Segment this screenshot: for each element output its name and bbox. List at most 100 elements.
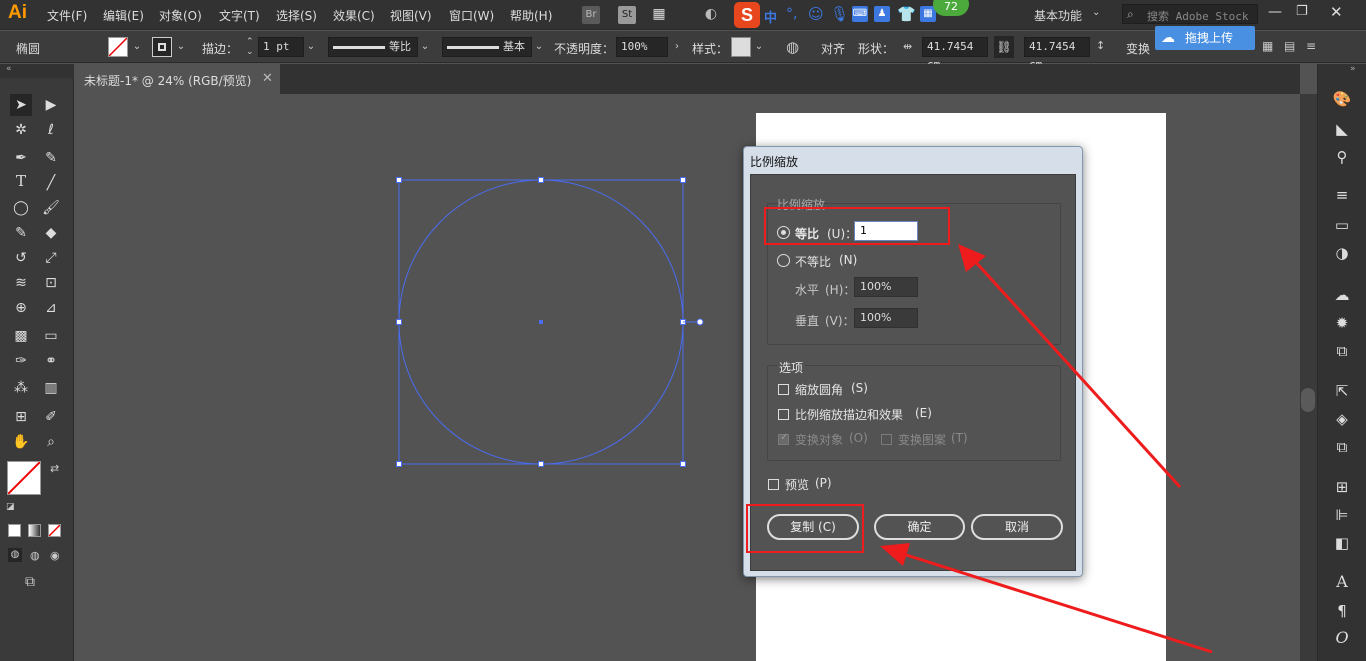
user-icon[interactable]: ♟ <box>874 6 890 22</box>
isolate-icon[interactable]: ▤ <box>1284 39 1295 53</box>
transform-panel-icon[interactable]: ⊞ <box>1331 476 1353 498</box>
chevron-down-icon[interactable]: ⌄ <box>1092 7 1100 18</box>
align-objects-icon[interactable]: ▦ <box>1262 39 1273 53</box>
cancel-button[interactable]: 取消 <box>971 514 1063 540</box>
layers-panel-icon[interactable]: ◈ <box>1331 408 1353 430</box>
collapse-panels-icon[interactable]: » <box>1350 64 1356 74</box>
scale-strokes-checkbox[interactable] <box>778 409 789 420</box>
stroke-panel-icon[interactable]: ≡ <box>1331 184 1353 206</box>
free-transform-tool-icon[interactable]: ⊡ <box>40 272 62 294</box>
slice-tool-icon[interactable]: ✐ <box>40 406 62 428</box>
minimize-icon[interactable]: — <box>1268 4 1282 20</box>
skin-icon[interactable]: 👕 <box>897 5 916 23</box>
symbol-sprayer-tool-icon[interactable]: ⁂ <box>10 377 32 399</box>
menu-type[interactable]: 文字(T) <box>219 7 260 24</box>
nonuniform-radio[interactable] <box>777 254 790 267</box>
horizontal-scale-input[interactable]: 100% <box>854 277 918 297</box>
vertical-scale-input[interactable]: 100% <box>854 308 918 328</box>
menu-help[interactable]: 帮助(H) <box>510 7 552 24</box>
keyboard-icon[interactable]: ⌨ <box>852 6 868 22</box>
width-tool-icon[interactable]: ≋ <box>10 272 32 294</box>
transform-label[interactable]: 变换 <box>1126 40 1150 57</box>
ime-mode-label[interactable]: 中 <box>764 7 777 26</box>
curvature-tool-icon[interactable]: ✎ <box>40 147 62 169</box>
vertical-scrollbar[interactable] <box>1300 94 1317 661</box>
draw-behind-icon[interactable]: ◍ <box>30 549 40 562</box>
perspective-grid-tool-icon[interactable]: ⊿ <box>40 297 62 319</box>
fill-swatch[interactable] <box>108 37 128 57</box>
pen-tool-icon[interactable]: ✒ <box>10 147 32 169</box>
opacity-arrow-icon[interactable]: › <box>670 37 684 57</box>
paintbrush-tool-icon[interactable]: 🖌 <box>40 197 62 219</box>
lasso-tool-icon[interactable]: ℓ <box>40 119 62 141</box>
stroke-swatch[interactable] <box>152 37 172 57</box>
tools-panel-header[interactable]: « <box>0 64 74 78</box>
pathfinder-panel-icon[interactable]: ◧ <box>1331 532 1353 554</box>
menu-file[interactable]: 文件(F) <box>47 7 87 24</box>
line-tool-icon[interactable]: ╱ <box>40 172 62 194</box>
bridge-icon[interactable]: Br <box>582 6 600 24</box>
zoom-tool-icon[interactable]: ⌕ <box>40 431 62 453</box>
hand-tool-icon[interactable]: ✋ <box>10 431 32 453</box>
fill-color-icon[interactable] <box>7 461 41 495</box>
sogou-ime-icon[interactable]: S <box>734 2 760 28</box>
menu-window[interactable]: 窗口(W) <box>449 7 494 24</box>
stroke-stepper-icon[interactable]: ⌃ ⌄ <box>246 37 254 57</box>
color-mode-icon[interactable] <box>8 524 21 537</box>
nonuniform-label[interactable]: 不等比 <box>795 253 831 270</box>
artboards-panel-icon[interactable]: ⧉ <box>1331 436 1353 458</box>
microphone-icon[interactable]: 🎙 <box>830 5 849 23</box>
stock-icon[interactable]: St <box>618 6 636 24</box>
shape-builder-tool-icon[interactable]: ⊕ <box>10 297 32 319</box>
preview-label[interactable]: 预览 <box>785 476 809 493</box>
scale-corners-checkbox[interactable] <box>778 384 789 395</box>
variable-width-profile[interactable]: 等比 <box>328 37 418 57</box>
screen-mode-icon[interactable]: ⧉ <box>25 574 35 590</box>
scale-corners-label[interactable]: 缩放圆角 <box>795 381 843 398</box>
workspace-switcher[interactable]: 基本功能 <box>1034 7 1082 24</box>
restore-icon[interactable]: ❐ <box>1296 4 1308 19</box>
gradient-mode-icon[interactable] <box>28 524 41 537</box>
panel-menu-icon[interactable]: ≡ <box>1306 39 1316 53</box>
close-icon[interactable]: ✕ <box>1330 3 1343 21</box>
menu-object[interactable]: 对象(O) <box>159 7 202 24</box>
width-input[interactable]: 41.7454 cm <box>922 37 988 71</box>
opacity-input[interactable]: 100% <box>616 37 668 57</box>
color-panel-icon[interactable]: 🎨 <box>1331 88 1353 110</box>
gradient-panel-icon[interactable]: ▭ <box>1331 214 1353 236</box>
swap-colors-icon[interactable]: ⇄ <box>50 462 59 475</box>
stroke-dropdown-icon[interactable]: ⌄ <box>174 37 188 57</box>
scrollbar-thumb[interactable] <box>1301 388 1315 412</box>
stroke-weight-dropdown-icon[interactable]: ⌄ <box>304 37 318 57</box>
style-dropdown-icon[interactable]: ⌄ <box>752 37 766 57</box>
stroke-label[interactable]: 描边： <box>202 40 238 57</box>
fill-dropdown-icon[interactable]: ⌄ <box>130 37 144 57</box>
eraser-tool-icon[interactable]: ◆ <box>40 222 62 244</box>
color-themes-icon[interactable]: ⚲ <box>1331 146 1353 168</box>
opentype-panel-icon[interactable]: O <box>1331 628 1353 650</box>
menu-edit[interactable]: 编辑(E) <box>103 7 144 24</box>
stroke-weight-input[interactable]: 1 pt <box>258 37 304 57</box>
column-graph-tool-icon[interactable]: ▥ <box>40 377 62 399</box>
recolor-artwork-icon[interactable]: ◍ <box>786 38 799 56</box>
artboard-tool-icon[interactable]: ⊞ <box>10 406 32 428</box>
stock-search-input[interactable]: ⌕ 搜索 Adobe Stock <box>1122 4 1258 24</box>
paragraph-panel-icon[interactable]: ¶ <box>1331 600 1353 622</box>
draw-inside-icon[interactable]: ◉ <box>50 549 60 562</box>
brush-dropdown-icon[interactable]: ⌄ <box>532 37 546 57</box>
upload-button[interactable]: ☁ 拖拽上传 <box>1155 26 1255 50</box>
opacity-label[interactable]: 不透明度： <box>554 40 614 57</box>
emoji-icon[interactable]: ☺ <box>808 5 824 23</box>
close-tab-icon[interactable]: ✕ <box>262 71 273 86</box>
transparency-panel-icon[interactable]: ◑ <box>1331 242 1353 264</box>
type-tool-icon[interactable]: T <box>10 172 32 194</box>
constrain-proportions-icon[interactable]: ⛓ <box>994 36 1014 58</box>
gpu-performance-icon[interactable]: ◐ <box>702 6 720 24</box>
ellipse-tool-icon[interactable]: ◯ <box>10 197 32 219</box>
graphic-style-swatch[interactable] <box>731 37 751 57</box>
direct-selection-tool-icon[interactable]: ▶ <box>40 94 62 116</box>
rotate-tool-icon[interactable]: ↺ <box>10 247 32 269</box>
align-panel-icon[interactable]: ⊫ <box>1331 504 1353 526</box>
selection-tool-icon[interactable]: ➤ <box>10 94 32 116</box>
color-guide-icon[interactable]: ◣ <box>1331 118 1353 140</box>
